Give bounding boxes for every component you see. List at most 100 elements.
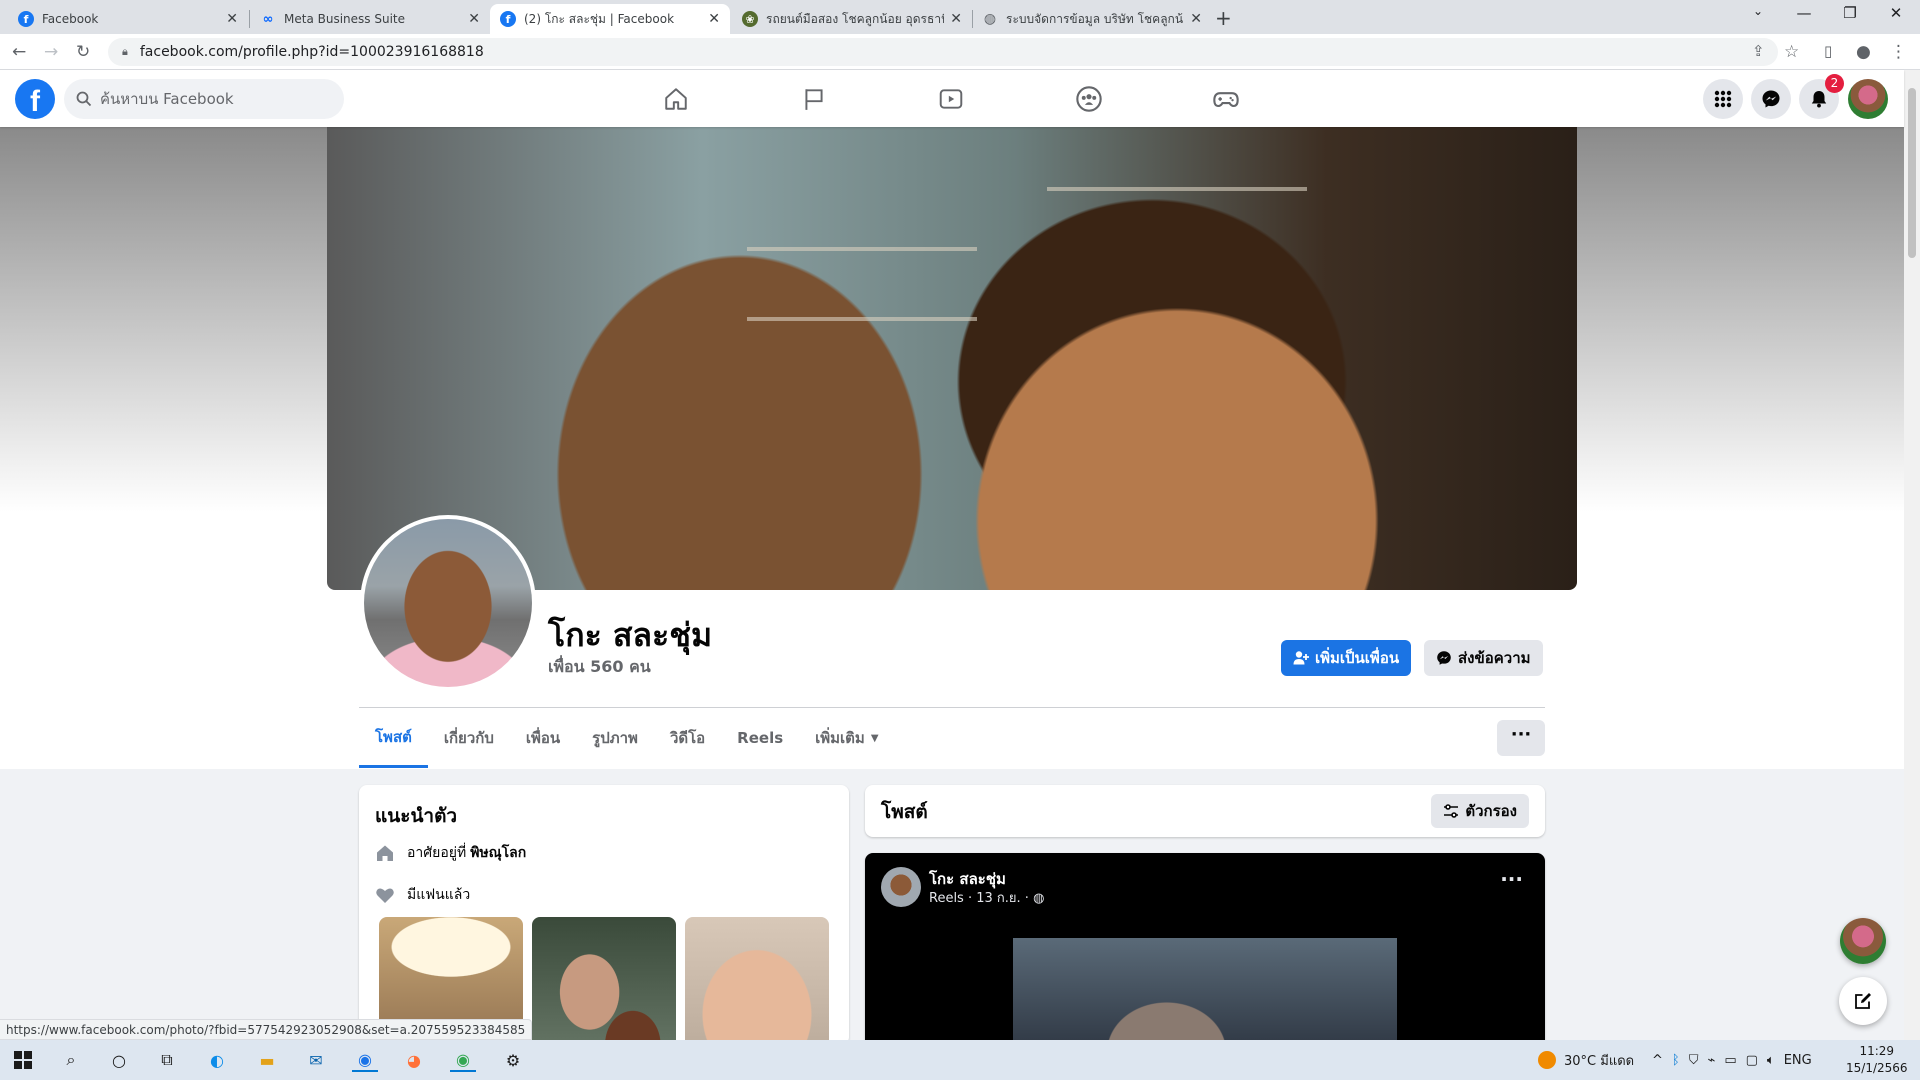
tab-search-chevron-icon[interactable]: ⌄ [1738, 4, 1778, 18]
browser-tab-facebook[interactable]: f Facebook ✕ [8, 4, 248, 34]
cover-shelf [1047, 187, 1307, 191]
facebook-search[interactable] [64, 79, 344, 119]
groups-nav[interactable] [1034, 76, 1144, 122]
messenger-button[interactable] [1751, 79, 1791, 119]
intro-relationship: มีแฟนแล้ว [375, 884, 470, 906]
profile-icon[interactable]: ● [1856, 42, 1871, 62]
new-tab-button[interactable]: + [1215, 6, 1232, 30]
minimize-button[interactable]: — [1784, 4, 1824, 22]
tab-posts[interactable]: โพสต์ [359, 708, 428, 768]
show-hidden-icons-chevron-icon[interactable]: ^ [1652, 1053, 1663, 1068]
chrome-app-icon[interactable]: ◉ [450, 1048, 476, 1072]
close-window-button[interactable]: ✕ [1876, 4, 1916, 22]
input-language[interactable]: ENG [1784, 1053, 1812, 1068]
menu-button[interactable] [1703, 79, 1743, 119]
posts-header-card: โพสต์ ตัวกรอง [865, 785, 1545, 837]
tab-more[interactable]: เพิ่มเติม ▼ [799, 708, 894, 768]
close-tab-icon[interactable]: ✕ [468, 11, 480, 27]
file-explorer-icon[interactable]: ▬ [254, 1048, 280, 1072]
bluetooth-icon[interactable]: ᛒ [1672, 1053, 1680, 1068]
video-icon [939, 89, 963, 109]
close-tab-icon[interactable]: ✕ [950, 11, 962, 27]
browser-tab-used-cars[interactable]: ❀ รถยนต์มือสอง โชคลูกน้อย อุดรธานี ✕ [732, 4, 972, 34]
taskbar-search-icon[interactable]: ⌕ [58, 1048, 84, 1072]
url-text: facebook.com/profile.php?id=100023916168… [139, 44, 484, 60]
post-author-avatar[interactable] [881, 867, 921, 907]
volume-icon[interactable]: 🔈︎ [1767, 1053, 1775, 1068]
edge-browser-icon[interactable]: ◐ [204, 1048, 230, 1072]
filter-button[interactable]: ตัวกรอง [1431, 794, 1529, 828]
usb-icon[interactable]: ⌁ [1707, 1053, 1715, 1068]
display-icon[interactable]: ▢ [1746, 1053, 1758, 1068]
taskbar-clock[interactable]: 11:29 15/1/2566 [1846, 1043, 1908, 1077]
account-avatar[interactable] [1848, 79, 1888, 119]
add-friend-button[interactable]: เพิ่มเป็นเพื่อน [1281, 640, 1412, 676]
browser-tab-profile[interactable]: f (2) โกะ สละชุ่ม | Facebook ✕ [490, 4, 730, 34]
close-tab-icon[interactable]: ✕ [226, 11, 238, 27]
settings-gear-icon[interactable]: ⚙ [500, 1048, 526, 1072]
address-bar[interactable]: 🔒︎ facebook.com/profile.php?id=100023916… [108, 38, 1778, 66]
profile-tabs: โพสต์ เกี่ยวกับ เพื่อน รูปภาพ วิดีโอ Ree… [359, 708, 895, 768]
mail-icon[interactable]: ✉ [303, 1048, 329, 1072]
forward-icon[interactable]: → [44, 42, 58, 62]
home-nav[interactable] [621, 76, 731, 122]
cortana-icon[interactable]: ○ [106, 1048, 132, 1072]
tab-label: (2) โกะ สละชุ่ม | Facebook [524, 11, 675, 26]
restore-button[interactable]: ❐ [1830, 4, 1870, 22]
sun-icon [1538, 1051, 1556, 1069]
tab-label: ระบบจัดการข้อมูล บริษัท โชคลูกน้อย ก [1006, 11, 1184, 26]
tab-more-label: เพิ่มเติม [815, 729, 865, 747]
tab-friends[interactable]: เพื่อน [510, 708, 576, 768]
featured-photo[interactable] [532, 917, 676, 1045]
cover-shelf [747, 317, 977, 321]
facebook-logo-icon[interactable]: f [15, 79, 55, 119]
tab-about[interactable]: เกี่ยวกับ [428, 708, 510, 768]
defender-shield-icon[interactable]: ⛉ [1689, 1053, 1699, 1068]
page-scrollbar[interactable] [1904, 70, 1920, 1040]
network-icon[interactable]: ▭ [1724, 1053, 1736, 1068]
tab-reels[interactable]: Reels [721, 708, 799, 768]
bookmark-star-icon[interactable]: ☆ [1784, 42, 1799, 62]
friend-count[interactable]: เพื่อน 560 คน [548, 655, 651, 680]
tab-label: Meta Business Suite [284, 12, 405, 26]
relationship-status: มีแฟนแล้ว [407, 887, 471, 903]
weather-widget[interactable]: 30°C มีแดด [1538, 1040, 1634, 1080]
link-status-bar: https://www.facebook.com/photo/?fbid=577… [0, 1019, 533, 1040]
firefox-icon[interactable]: ◕ [401, 1048, 427, 1072]
chat-head-avatar[interactable] [1840, 918, 1886, 964]
watch-nav[interactable] [896, 76, 1006, 122]
reload-icon[interactable]: ↻ [76, 42, 90, 62]
post-meta-text[interactable]: Reels · 13 ก.ย. · [929, 891, 1033, 906]
lives-place[interactable]: พิษณุโลก [470, 842, 526, 864]
featured-photo[interactable] [685, 917, 829, 1045]
post-options-button[interactable]: ··· [1500, 867, 1523, 891]
chrome-app-icon[interactable]: ◉ [352, 1048, 378, 1072]
gaming-nav[interactable] [1171, 76, 1281, 122]
side-panel-icon[interactable]: ▯ [1824, 42, 1832, 60]
start-button[interactable] [10, 1048, 36, 1072]
tab-photos[interactable]: รูปภาพ [576, 708, 654, 768]
close-tab-icon[interactable]: ✕ [708, 11, 720, 27]
task-view-icon[interactable]: ⧉ [154, 1048, 180, 1072]
browser-tab-data-system[interactable]: ◍ ระบบจัดการข้อมูล บริษัท โชคลูกน้อย ก ✕ [972, 4, 1212, 34]
weather-text: 30°C มีแดด [1564, 1053, 1635, 1069]
tab-videos[interactable]: วิดีโอ [654, 708, 721, 768]
reel-video[interactable] [1013, 938, 1397, 1053]
browser-tab-meta-business[interactable]: ∞ Meta Business Suite ✕ [250, 4, 490, 34]
profile-more-button[interactable]: ··· [1497, 720, 1545, 756]
posts-title: โพสต์ [881, 801, 928, 823]
close-tab-icon[interactable]: ✕ [1190, 11, 1202, 27]
menu-kebab-icon[interactable]: ⋮ [1890, 42, 1907, 62]
profile-picture-image [364, 519, 532, 687]
profile-picture[interactable] [360, 515, 536, 691]
search-input[interactable] [100, 90, 320, 108]
new-message-button[interactable] [1839, 977, 1887, 1025]
cover-photo[interactable] [327, 127, 1577, 590]
back-icon[interactable]: ← [12, 42, 26, 62]
message-button[interactable]: ส่งข้อความ [1424, 640, 1543, 676]
filter-sliders-icon [1444, 804, 1459, 818]
pages-nav[interactable] [759, 76, 869, 122]
scrollbar-thumb[interactable] [1908, 88, 1916, 258]
share-icon[interactable]: ⇪ [1752, 42, 1765, 60]
meta-favicon-icon: ∞ [262, 11, 274, 27]
